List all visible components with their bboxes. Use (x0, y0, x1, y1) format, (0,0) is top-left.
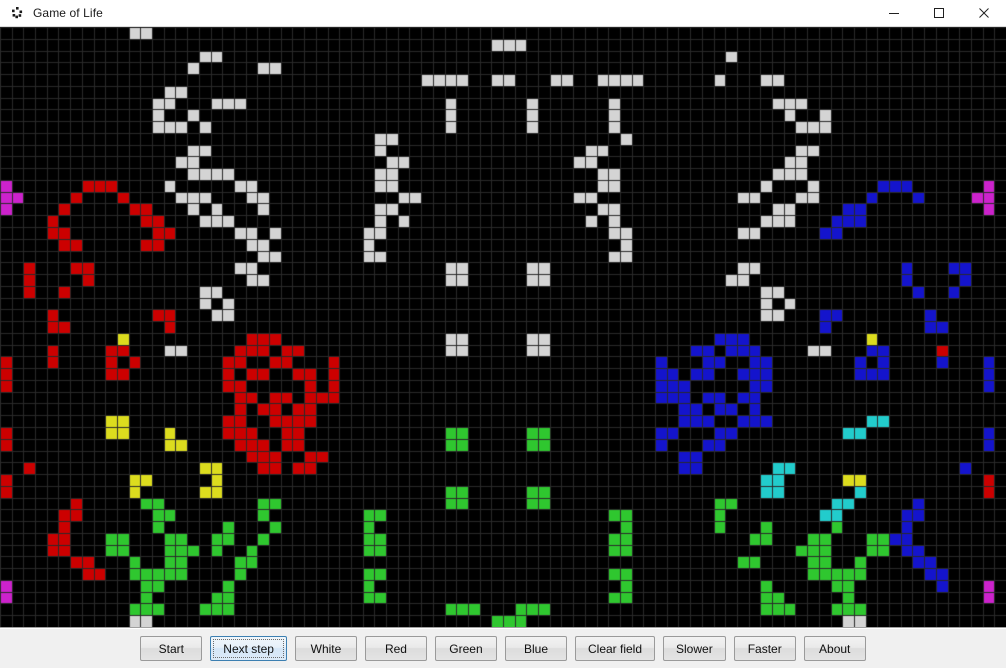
button-label: Red (384, 641, 407, 656)
slower-button[interactable]: Slower (663, 636, 726, 661)
start-button[interactable]: Start (140, 636, 203, 661)
game-of-life-window: Game of Life Start Next step White Red Green… (0, 0, 1006, 668)
close-button[interactable] (961, 0, 1006, 26)
faster-button[interactable]: Faster (733, 636, 796, 661)
red-button[interactable]: Red (364, 636, 427, 661)
life-glider-icon (9, 5, 25, 21)
white-button[interactable]: White (294, 636, 357, 661)
button-label: Blue (523, 641, 548, 656)
window-controls (871, 0, 1006, 26)
button-label: Clear field (587, 641, 643, 656)
game-field[interactable] (0, 27, 1006, 628)
minimize-button[interactable] (871, 0, 916, 26)
button-label: Next step (223, 641, 274, 656)
button-label: Slower (676, 641, 713, 656)
blue-button[interactable]: Blue (504, 636, 567, 661)
button-label: Green (449, 641, 483, 656)
title-bar-left: Game of Life (0, 5, 103, 21)
button-label: About (819, 641, 851, 656)
clear-field-button[interactable]: Clear field (574, 636, 656, 661)
button-label: Faster (747, 641, 782, 656)
button-label: Start (158, 641, 184, 656)
button-label: White (310, 641, 342, 656)
green-button[interactable]: Green (434, 636, 497, 661)
control-button-bar: Start Next step White Red Green Blue Clear fie… (0, 628, 1006, 668)
window-title: Game of Life (33, 6, 103, 20)
title-bar: Game of Life (0, 0, 1006, 27)
about-button[interactable]: About (803, 636, 866, 661)
next-step-button[interactable]: Next step (210, 636, 287, 661)
life-grid-canvas[interactable] (0, 27, 1006, 627)
maximize-button[interactable] (916, 0, 961, 26)
